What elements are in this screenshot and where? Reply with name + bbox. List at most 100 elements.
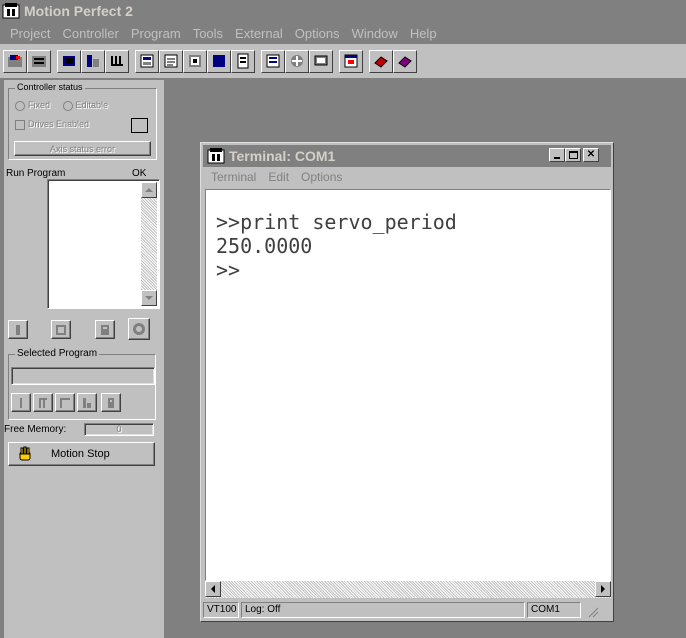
terminal-menu-terminal[interactable]: Terminal [205, 170, 262, 184]
restore-button[interactable] [369, 49, 393, 73]
editable-label: Editable [75, 100, 109, 110]
terminal-line: 250.0000 [216, 234, 313, 258]
main-menubar: Project Controller Program Tools Externa… [0, 22, 686, 44]
ok-column-header: OK [132, 168, 147, 179]
shield-icon [133, 323, 145, 335]
book-purple-icon [398, 56, 412, 68]
terminal-app-icon[interactable] [207, 147, 225, 165]
selected-program-group: Selected Program [8, 348, 156, 420]
arrow-up-icon [145, 188, 153, 192]
file-icon [16, 324, 20, 335]
resize-grip-icon [588, 607, 599, 618]
control-panel: Controller status Fixed Editable Drives … [4, 80, 164, 638]
terminal-menu-options[interactable]: Options [295, 170, 348, 184]
program-new-button[interactable] [8, 320, 28, 339]
terminal-line: >>print servo_period [216, 210, 457, 234]
save-button[interactable] [393, 49, 417, 73]
monitor-icon [314, 55, 328, 66]
stop-icon [60, 397, 70, 408]
debug-icon [108, 397, 114, 408]
drives-enabled-checkbox[interactable] [15, 119, 25, 130]
terminal-statusbar: VT100 Log: Off COM1 [203, 601, 611, 619]
io-status-button[interactable] [105, 49, 129, 73]
terminal-output[interactable]: >>print servo_period 250.0000 >> [205, 189, 611, 581]
drives-enabled-label: Drives Enabled [28, 119, 90, 129]
run-program-button[interactable] [11, 393, 31, 412]
controller-status-legend: Controller status [15, 82, 85, 92]
program-view-button[interactable] [95, 320, 115, 339]
document-icon [237, 53, 249, 69]
oscilloscope-button[interactable] [159, 49, 183, 73]
directory-button[interactable] [285, 49, 309, 73]
table-button[interactable] [207, 49, 231, 73]
jog-icon [140, 54, 154, 68]
terminal-menubar: Terminal Edit Options [203, 167, 611, 187]
disconnect-button[interactable] [27, 49, 51, 73]
scroll-right-button[interactable] [595, 581, 611, 597]
reset-button[interactable] [183, 49, 207, 73]
app-icon[interactable] [2, 2, 20, 20]
terminal-window: Terminal: COM1 ✕ Terminal Edit Options >… [200, 142, 614, 622]
selected-program-field[interactable] [11, 367, 155, 385]
maximize-button[interactable] [565, 148, 581, 162]
oscilloscope-icon [164, 54, 178, 68]
terminal-hscrollbar[interactable] [205, 581, 611, 598]
menu-options[interactable]: Options [289, 26, 346, 41]
watch-button[interactable] [309, 49, 333, 73]
editable-radio[interactable] [62, 100, 73, 111]
run-column-header: Run [6, 168, 25, 179]
motion-stop-button[interactable]: Motion Stop [8, 442, 155, 466]
jog-button[interactable] [135, 49, 159, 73]
program-list[interactable] [47, 179, 160, 309]
main-title-bar: Motion Perfect 2 [0, 0, 686, 22]
resize-grip[interactable] [583, 602, 601, 618]
close-button[interactable]: ✕ [583, 148, 599, 162]
connect-icon [8, 55, 22, 67]
io-status-icon [111, 56, 123, 66]
circle-plus-icon [291, 55, 303, 67]
list-icon [266, 54, 280, 68]
terminal-title-bar[interactable]: Terminal: COM1 ✕ [203, 145, 611, 167]
backup-button[interactable] [339, 49, 363, 73]
menu-window[interactable]: Window [346, 26, 404, 41]
menu-external[interactable]: External [229, 26, 289, 41]
menu-help[interactable]: Help [404, 26, 443, 41]
axis-parameters-icon [87, 55, 99, 67]
log-status: Log: Off [241, 602, 525, 618]
axis-status-button[interactable]: Axis status error [14, 141, 151, 156]
fixed-radio[interactable] [15, 100, 25, 111]
terminal-button[interactable] [57, 49, 81, 73]
program-list-scrollbar[interactable] [141, 182, 157, 306]
arrow-right-icon [601, 585, 605, 593]
program-edit-button[interactable] [51, 320, 71, 339]
scroll-up-button[interactable] [141, 182, 157, 198]
step-program-button[interactable] [77, 393, 97, 412]
terminal-menu-edit[interactable]: Edit [262, 170, 295, 184]
pause-program-button[interactable] [33, 393, 53, 412]
menu-program[interactable]: Program [125, 26, 187, 41]
arrow-down-icon [145, 296, 153, 300]
app-title: Motion Perfect 2 [24, 3, 133, 19]
window-red-icon [344, 54, 358, 68]
stop-program-button[interactable] [55, 393, 75, 412]
port-status: COM1 [527, 602, 581, 618]
axis-parameters-button[interactable] [81, 49, 105, 73]
hand-stop-icon [19, 446, 31, 461]
book-red-icon [374, 56, 388, 68]
free-memory-label: Free Memory: [4, 424, 67, 435]
scroll-down-button[interactable] [141, 290, 157, 306]
menu-controller[interactable]: Controller [56, 26, 124, 41]
disconnect-icon [32, 56, 46, 67]
debug-program-button[interactable] [101, 393, 121, 412]
terminal-line: >> [216, 258, 241, 282]
connect-button[interactable] [3, 49, 27, 73]
edit-icon [56, 324, 66, 335]
intelligent-drive-button[interactable] [231, 49, 255, 73]
menu-tools[interactable]: Tools [187, 26, 229, 41]
menu-project[interactable]: Project [4, 26, 56, 41]
program-button[interactable] [261, 49, 285, 73]
terminal-title: Terminal: COM1 [229, 148, 336, 164]
minimize-button[interactable] [549, 148, 565, 162]
scroll-left-button[interactable] [205, 581, 221, 597]
program-directory-button[interactable] [128, 318, 150, 340]
